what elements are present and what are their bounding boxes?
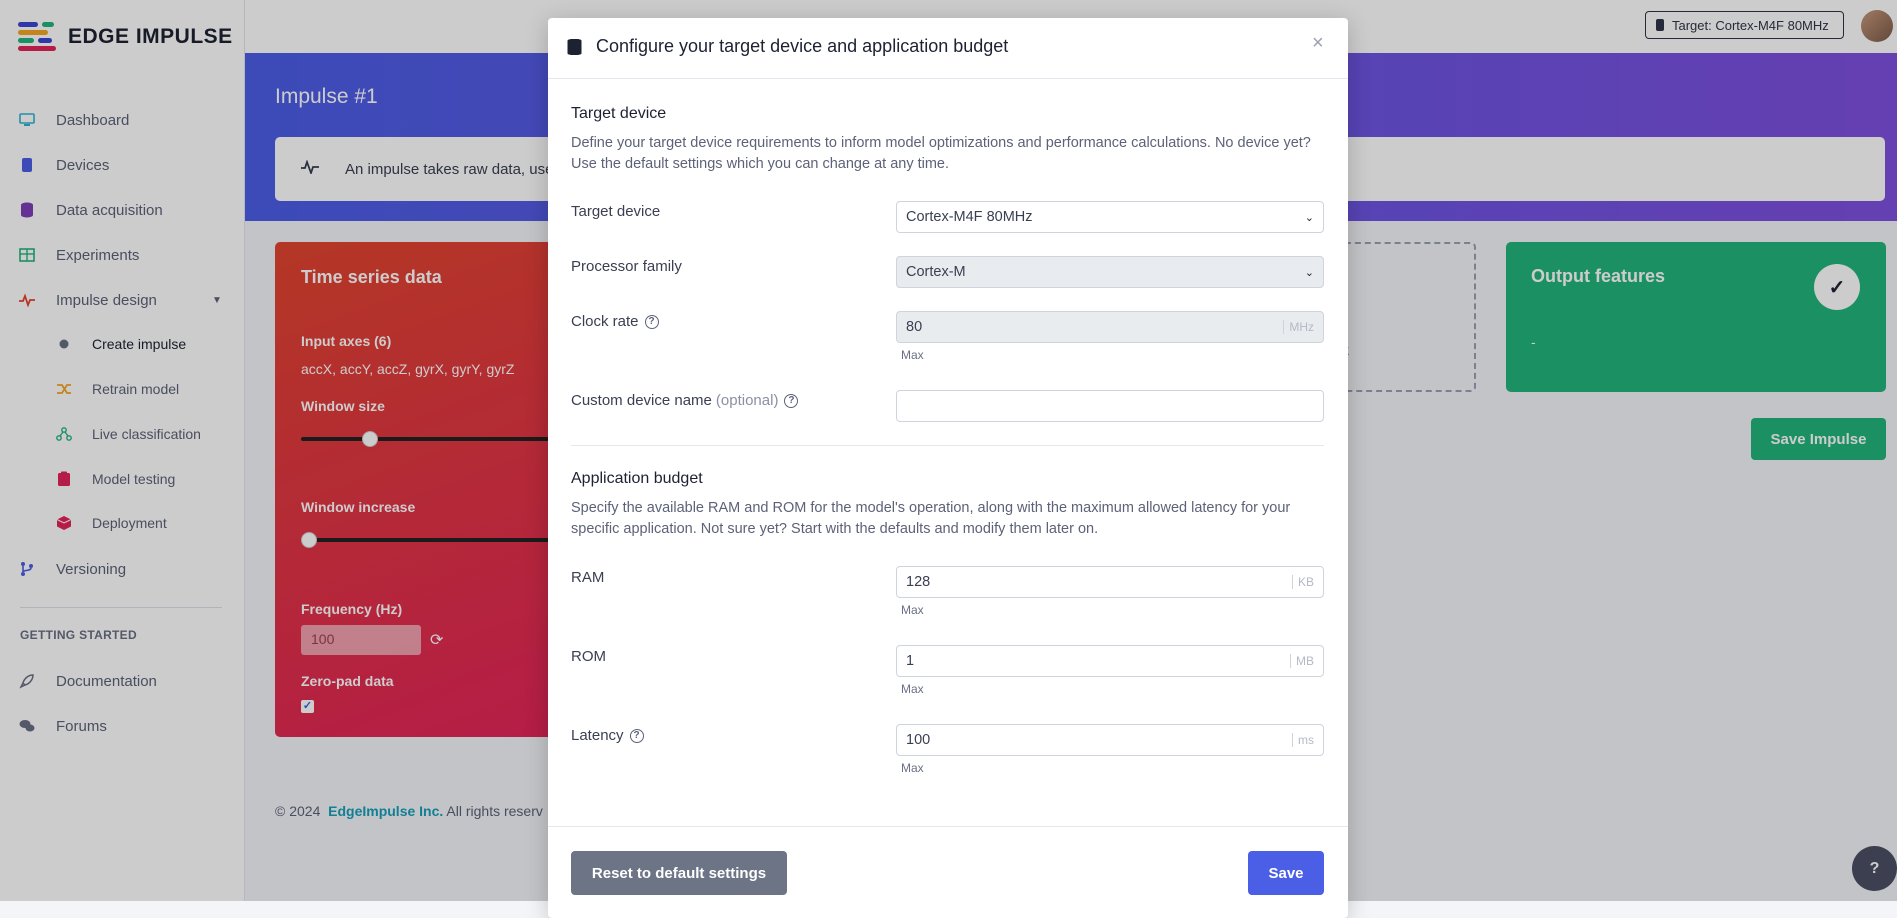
target-device-section-title: Target device xyxy=(571,105,667,122)
latency-input[interactable]: 100 ms xyxy=(896,724,1324,756)
processor-family-label: Processor family xyxy=(571,258,682,275)
ram-input[interactable]: 128 KB xyxy=(896,566,1324,598)
ram-hint: Max xyxy=(901,603,924,617)
modal-title: Configure your target device and applica… xyxy=(596,36,1009,56)
save-button[interactable]: Save xyxy=(1248,851,1324,895)
custom-device-name-input[interactable] xyxy=(896,390,1324,422)
rom-hint: Max xyxy=(901,682,924,696)
custom-device-name-label: Custom device name (optional) ? xyxy=(571,392,799,409)
question-icon[interactable]: ? xyxy=(629,728,644,743)
ram-label: RAM xyxy=(571,569,605,586)
clock-rate-hint: Max xyxy=(901,348,924,362)
application-budget-section-description: Specify the available RAM and ROM for th… xyxy=(571,500,1291,537)
modal-footer-divider xyxy=(548,826,1348,827)
application-budget-section-title: Application budget xyxy=(571,470,703,487)
processor-family-select[interactable]: Cortex-M ⌄ xyxy=(896,256,1324,288)
rom-input[interactable]: 1 MB xyxy=(896,645,1324,677)
latency-hint: Max xyxy=(901,761,924,775)
rom-label: ROM xyxy=(571,648,606,665)
target-device-section-description: Define your target device requirements t… xyxy=(571,135,1311,172)
question-icon[interactable]: ? xyxy=(784,393,799,408)
latency-unit: ms xyxy=(1292,733,1314,747)
section-divider xyxy=(571,445,1324,446)
rom-unit: MB xyxy=(1290,654,1314,668)
chevron-down-icon: ⌄ xyxy=(1304,266,1314,279)
modal-header: Configure your target device and applica… xyxy=(548,18,1348,79)
reset-defaults-button[interactable]: Reset to default settings xyxy=(571,851,787,895)
latency-label: Latency ? xyxy=(571,727,644,744)
target-device-label: Target device xyxy=(571,203,661,220)
ram-unit: KB xyxy=(1291,575,1314,589)
target-device-select[interactable]: Cortex-M4F 80MHz ⌄ xyxy=(896,201,1324,233)
close-icon[interactable]: × xyxy=(1312,32,1324,55)
configure-target-modal: Configure your target device and applica… xyxy=(548,18,1348,918)
clock-rate-input[interactable]: 80 MHz xyxy=(896,311,1324,343)
clock-rate-unit: MHz xyxy=(1283,320,1314,334)
question-icon[interactable]: ? xyxy=(644,314,659,329)
chevron-down-icon: ⌄ xyxy=(1304,211,1314,224)
chip-icon xyxy=(569,39,580,55)
clock-rate-label: Clock rate ? xyxy=(571,313,659,330)
